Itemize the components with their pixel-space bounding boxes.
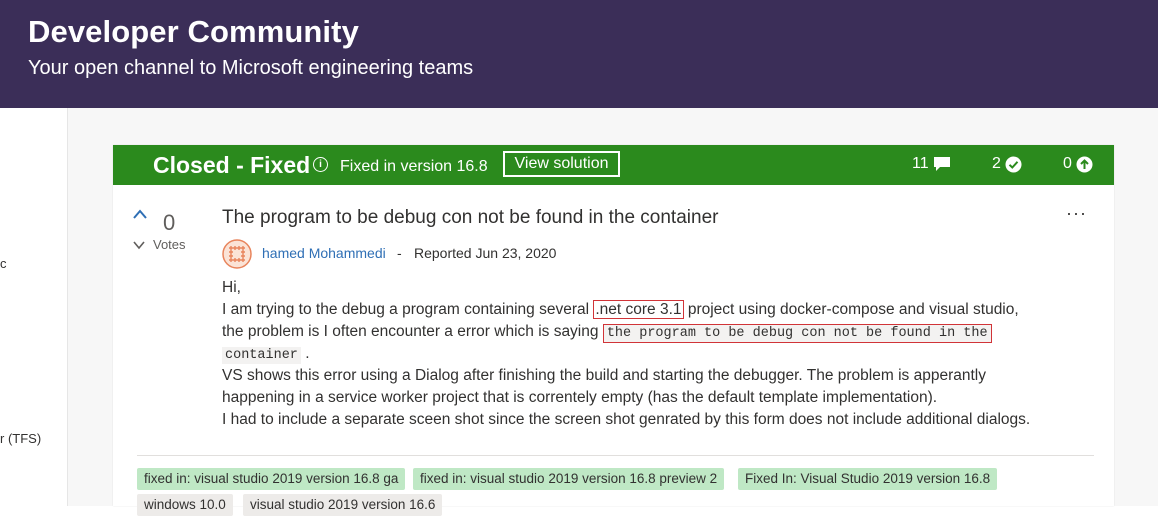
info-icon[interactable]: i [313,157,328,172]
highlighted-text: .net core 3.1 [593,300,684,319]
body-text: I am trying to the debug a program conta… [222,301,594,318]
status-bar: Closed - Fixed i Fixed in version 16.8 V… [113,145,1114,185]
scrollbar-track[interactable] [1158,0,1165,506]
solutions-count-value: 2 [992,155,1001,172]
problem-title: The program to be debug con not be found… [222,207,719,228]
check-circle-icon [1005,156,1022,172]
body-line: VS shows this error using a Dialog after… [222,367,986,384]
comment-icon [933,157,950,171]
divider [137,455,1094,456]
comments-count[interactable]: 11 [912,155,951,173]
author-name-link[interactable]: hamed Mohammedi [262,245,386,261]
tag[interactable]: visual studio 2019 version 16.6 [243,494,443,516]
body-text: the problem is I often encounter a error… [222,323,603,340]
sidebar-text-fragment[interactable]: c [0,256,7,271]
site-header: Developer Community Your open channel to… [0,0,1158,108]
body-line: the problem is I often encounter a error… [222,323,992,343]
upvote-arrow-icon[interactable] [132,208,148,220]
solutions-count[interactable]: 2 [992,155,1022,173]
author-avatar[interactable] [222,239,252,269]
site-title[interactable]: Developer Community [28,14,359,50]
downvote-arrow-icon[interactable] [132,240,146,250]
votes-count[interactable]: 0 [1063,155,1093,173]
vote-count: 0 [163,210,176,235]
arrow-up-circle-icon [1076,156,1093,172]
fixed-version-text: Fixed in version 16.8 [340,158,488,175]
tag[interactable]: fixed in: visual studio 2019 version 16.… [137,468,406,490]
body-text: . [300,345,310,362]
sidebar-text-fragment[interactable]: r (TFS) [0,431,41,446]
body-line: Hi, [222,279,241,296]
tag[interactable]: fixed in: visual studio 2019 version 16.… [413,468,725,490]
vote-label: Votes [153,237,186,252]
body-text: project using docker-compose and visual … [683,301,1019,318]
more-options-icon[interactable]: ··· [1066,203,1087,224]
view-solution-button[interactable]: View solution [503,151,620,177]
comments-count-value: 11 [912,155,929,172]
inline-code: container [222,347,301,364]
tag[interactable]: windows 10.0 [137,494,233,516]
body-line: I am trying to the debug a program conta… [222,300,1019,319]
votes-count-value: 0 [1063,155,1072,172]
site-subtitle: Your open channel to Microsoft engineeri… [28,57,474,79]
inline-code: the program to be debug con not be found… [602,324,992,343]
body-line: container . [222,345,310,364]
body-line: I had to include a separate sceen shot s… [222,411,1031,428]
tag[interactable]: Fixed In: Visual Studio 2019 version 16.… [738,468,998,490]
left-sidebar: c r (TFS) [0,108,68,506]
meta-separator: - [397,245,402,261]
body-line: happening in a service worker project th… [222,389,938,406]
reported-date: Reported Jun 23, 2020 [414,245,557,261]
status-title: Closed - Fixed [153,152,311,178]
